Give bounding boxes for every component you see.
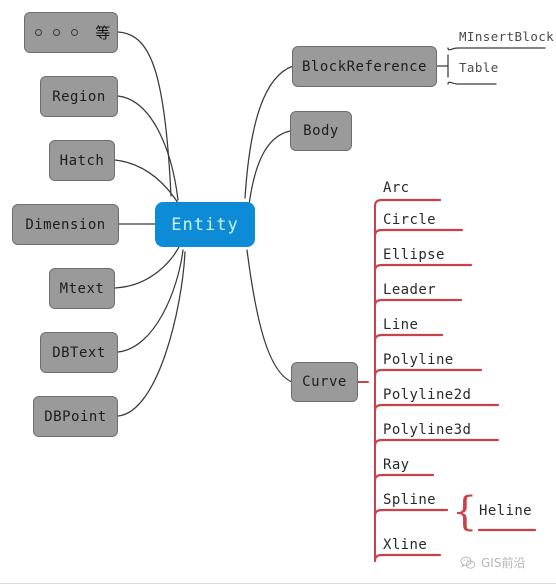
node-dbpoint-label: DBPoint — [44, 408, 107, 425]
node-dbpoint[interactable]: DBPoint — [33, 396, 118, 437]
node-dbtext-label: DBText — [52, 344, 106, 361]
leaf-circle[interactable]: Circle — [383, 212, 436, 228]
leaf-heline[interactable]: Heline — [479, 503, 532, 519]
underline-xline — [373, 553, 442, 563]
node-dbtext[interactable]: DBText — [40, 332, 118, 373]
leaf-line[interactable]: Line — [383, 317, 418, 333]
node-entity-label: Entity — [171, 214, 239, 235]
underline-polyline2d — [373, 403, 500, 413]
node-hatch-label: Hatch — [59, 152, 105, 169]
underline-ray — [373, 473, 435, 483]
node-body[interactable]: Body — [290, 111, 352, 151]
underline-polyline3d — [373, 438, 500, 448]
underline-ellipse — [373, 263, 473, 273]
node-blockreference-label: BlockReference — [301, 58, 427, 75]
leaf-minsertblock[interactable]: MInsertBlock — [459, 29, 554, 44]
node-dots-label: 等 — [95, 24, 111, 42]
node-mtext-label: Mtext — [59, 280, 105, 297]
leaf-ellipse[interactable]: Ellipse — [383, 247, 445, 263]
node-body-label: Body — [303, 123, 339, 139]
watermark-text: GIS前沿 — [481, 556, 526, 570]
node-dots[interactable]: 等 — [24, 12, 118, 53]
node-region-label: Region — [52, 88, 106, 105]
underline-leader — [373, 298, 463, 308]
dots-row: 等 — [31, 22, 111, 43]
node-dimension-label: Dimension — [25, 216, 106, 233]
dot-icon — [71, 29, 79, 36]
leaf-spline[interactable]: Spline — [383, 492, 436, 508]
underline-circle — [373, 228, 464, 238]
underline-line — [373, 333, 444, 343]
leaf-table[interactable]: Table — [459, 60, 499, 75]
curly-brace-icon: { — [452, 489, 478, 535]
wechat-icon — [460, 556, 476, 569]
node-dimension[interactable]: Dimension — [12, 204, 119, 245]
leaf-ray[interactable]: Ray — [383, 457, 410, 473]
underline-spline — [373, 508, 449, 518]
leaf-polyline2d[interactable]: Polyline2d — [383, 387, 471, 403]
node-region[interactable]: Region — [40, 76, 118, 117]
node-mtext[interactable]: Mtext — [49, 268, 115, 309]
leaf-arc[interactable]: Arc — [383, 180, 410, 196]
node-entity[interactable]: Entity — [155, 202, 255, 247]
dot-icon — [53, 29, 61, 36]
watermark: GIS前沿 — [460, 554, 525, 571]
leaf-polyline[interactable]: Polyline — [383, 352, 454, 368]
node-blockreference[interactable]: BlockReference — [292, 46, 437, 87]
underline-polyline — [373, 368, 483, 378]
node-hatch[interactable]: Hatch — [49, 140, 115, 181]
node-curve[interactable]: Curve — [291, 362, 358, 402]
node-curve-label: Curve — [302, 374, 347, 390]
underline-arc — [373, 198, 442, 208]
leaf-polyline3d[interactable]: Polyline3d — [383, 422, 471, 438]
mindmap-canvas: 等 Region Hatch Dimension Mtext DBText DB… — [0, 0, 556, 584]
dot-icon — [35, 29, 43, 36]
leaf-xline[interactable]: Xline — [383, 537, 427, 553]
leaf-leader[interactable]: Leader — [383, 282, 436, 298]
